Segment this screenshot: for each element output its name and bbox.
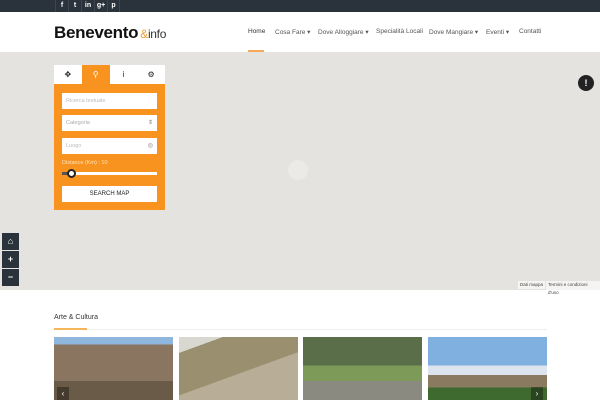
zoom-out-button[interactable]: − — [2, 269, 19, 286]
category-select[interactable]: Categoria ⇕ — [62, 115, 157, 131]
settings-icon[interactable]: ⚙ — [137, 65, 165, 84]
nav-specialita-locali[interactable]: Specialità Locali — [376, 28, 423, 35]
distance-slider[interactable] — [62, 172, 157, 175]
section-title-underline — [54, 328, 87, 330]
carousel-next-button[interactable]: › — [531, 387, 543, 400]
section-title: Arte & Cultura — [54, 314, 98, 321]
loading-spinner — [288, 160, 308, 180]
category-value: Categoria — [66, 120, 90, 126]
nav-dove-alloggiare[interactable]: Dove Alloggiare ▾ — [318, 28, 369, 36]
carousel-prev-button[interactable]: ‹ — [57, 387, 69, 400]
twitter-icon[interactable]: t — [68, 0, 81, 12]
facebook-icon[interactable]: f — [55, 0, 68, 12]
distance-slider-handle[interactable] — [67, 168, 76, 178]
logo-suffix: info — [147, 27, 167, 41]
search-icon[interactable]: ⚲ — [81, 65, 110, 84]
top-bar: f t in g+ p — [0, 0, 600, 12]
text-search-input[interactable]: Ricerca testuale — [62, 93, 157, 109]
home-icon[interactable]: ⌂ — [2, 233, 19, 250]
logo-main: Benevento — [54, 23, 139, 42]
pinterest-icon[interactable]: p — [107, 0, 120, 12]
search-panel-tabs: ✥ ⚲ i ⚙ — [54, 65, 165, 84]
header: Benevento &info Home Cosa Fare ▾ Dove All… — [0, 12, 600, 52]
nav-contatti[interactable]: Contatti — [519, 28, 541, 35]
info-icon[interactable]: ! — [578, 75, 594, 91]
google-plus-icon[interactable]: g+ — [94, 0, 107, 12]
info-tab-icon[interactable]: i — [110, 65, 138, 84]
location-input[interactable]: Luogo ◎ — [62, 138, 157, 154]
search-panel: Ricerca testuale Categoria ⇕ Luogo ◎ Dista… — [54, 84, 165, 210]
move-icon[interactable]: ✥ — [54, 65, 82, 84]
select-arrows-icon: ⇕ — [147, 120, 153, 126]
gallery-image[interactable] — [54, 337, 173, 400]
logo[interactable]: Benevento &info — [54, 23, 166, 43]
nav-eventi[interactable]: Eventi ▾ — [486, 28, 509, 36]
zoom-in-button[interactable]: + — [2, 251, 19, 268]
nav-dove-mangiare[interactable]: Dove Mangiare ▾ — [429, 28, 478, 36]
logo-amp: & — [140, 27, 148, 41]
nav-cosa-fare[interactable]: Cosa Fare ▾ — [275, 28, 310, 36]
location-placeholder: Luogo — [66, 143, 82, 149]
map-data-link[interactable]: Dati mappa — [518, 281, 546, 289]
section-divider — [54, 329, 547, 330]
gallery-image[interactable] — [303, 337, 422, 400]
distance-label: Distance (Km) : 10 — [62, 160, 108, 166]
gallery-image[interactable] — [428, 337, 547, 400]
locate-icon[interactable]: ◎ — [148, 138, 153, 154]
linkedin-icon[interactable]: in — [81, 0, 94, 12]
terms-link[interactable]: Termini e condizioni d'uso — [546, 281, 600, 297]
gallery-image[interactable] — [179, 337, 298, 400]
search-map-button[interactable]: SEARCH MAP — [62, 186, 157, 202]
nav-home[interactable]: Home — [248, 28, 265, 35]
